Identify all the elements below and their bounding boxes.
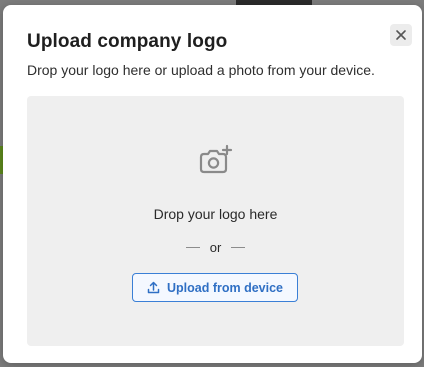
close-icon bbox=[396, 30, 406, 40]
upload-icon bbox=[147, 281, 160, 294]
or-label: or bbox=[209, 240, 222, 255]
divider-line-left bbox=[185, 247, 200, 248]
or-divider: or bbox=[27, 240, 404, 255]
upload-button-label: Upload from device bbox=[167, 280, 283, 295]
dialog-title: Upload company logo bbox=[27, 31, 228, 52]
camera-plus-icon bbox=[198, 144, 234, 178]
drop-instruction: Drop your logo here bbox=[153, 206, 278, 222]
divider-line-right bbox=[231, 247, 246, 248]
dialog-subtitle: Drop your logo here or upload a photo fr… bbox=[27, 62, 375, 78]
upload-from-device-button[interactable]: Upload from device bbox=[132, 273, 298, 302]
logo-dropzone[interactable]: Drop your logo here or Upload from devic… bbox=[27, 96, 404, 346]
close-button[interactable] bbox=[390, 24, 412, 46]
upload-logo-dialog: Upload company logo Drop your logo here … bbox=[3, 5, 422, 363]
